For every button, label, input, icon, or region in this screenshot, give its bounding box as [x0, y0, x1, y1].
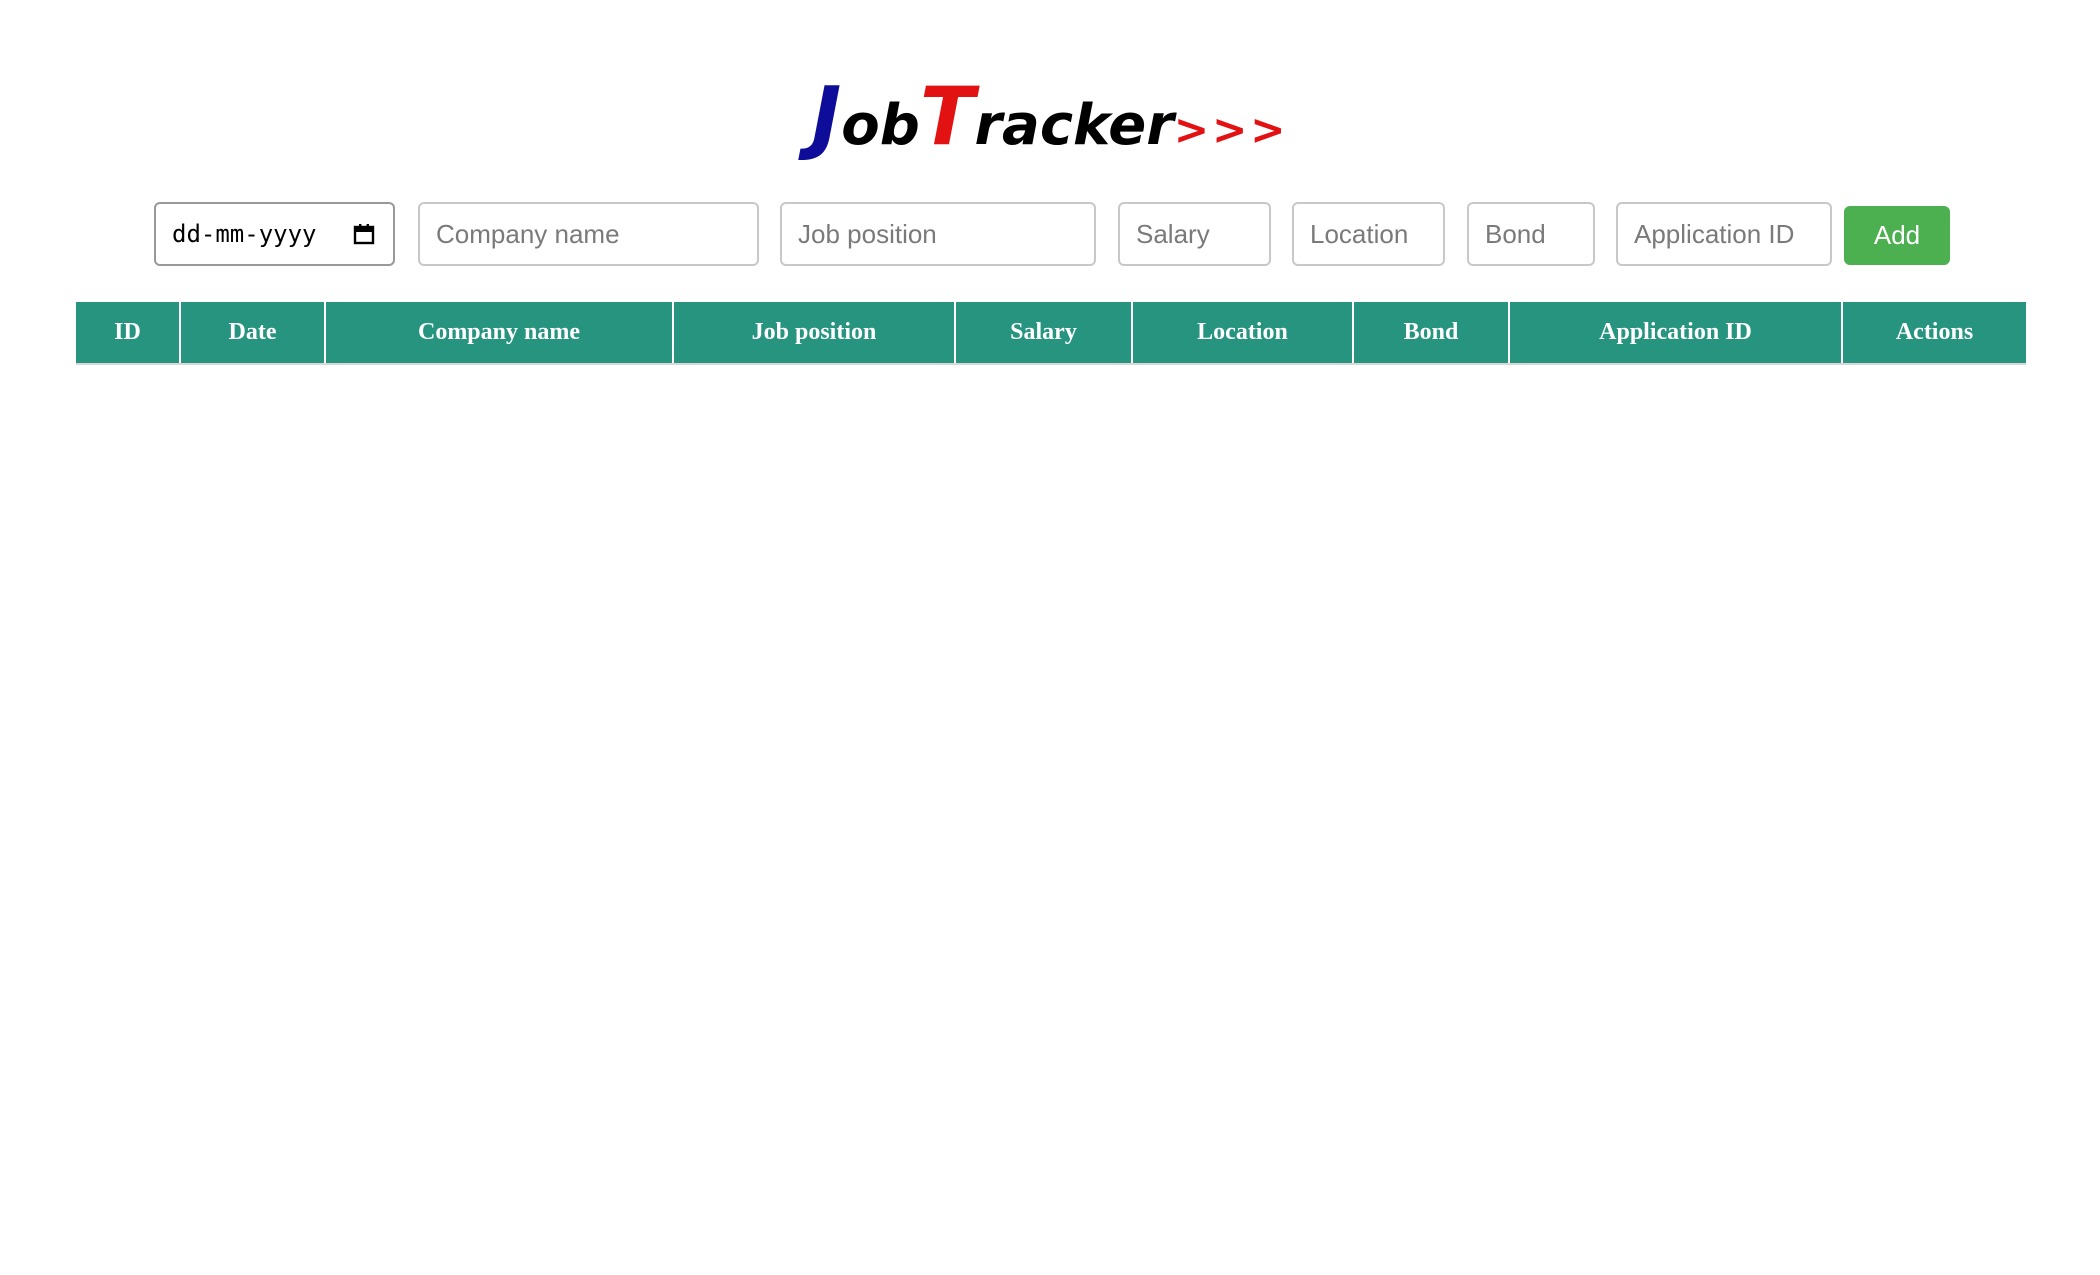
- logo-initial-t: T: [919, 70, 975, 163]
- logo-arrows: >>>: [1173, 105, 1289, 154]
- app-logo: JobTracker>>>: [0, 70, 2100, 163]
- job-position-input[interactable]: Job position: [780, 202, 1096, 266]
- location-input[interactable]: Location: [1292, 202, 1445, 266]
- logo-text-racker: racker: [974, 93, 1174, 158]
- column-header-salary: Salary: [955, 302, 1133, 365]
- column-header-application-id: Application ID: [1509, 302, 1843, 365]
- date-input[interactable]: dd-mm-yyyy: [154, 202, 395, 266]
- logo-initial-j: J: [811, 70, 842, 163]
- bond-input[interactable]: Bond: [1467, 202, 1595, 266]
- date-input-value: dd-mm-yyyy: [172, 220, 317, 248]
- logo-text-ob: ob: [841, 93, 920, 158]
- column-header-date: Date: [180, 302, 326, 365]
- table-header-row: ID Date Company name Job position Salary…: [76, 302, 2026, 365]
- column-header-location: Location: [1132, 302, 1354, 365]
- column-header-company-name: Company name: [325, 302, 674, 365]
- jobs-table: ID Date Company name Job position Salary…: [76, 302, 2026, 365]
- calendar-icon[interactable]: [353, 223, 375, 245]
- salary-input[interactable]: Salary: [1118, 202, 1271, 266]
- column-header-id: ID: [76, 302, 181, 365]
- column-header-actions: Actions: [1842, 302, 2026, 365]
- column-header-job-position: Job position: [673, 302, 956, 365]
- column-header-bond: Bond: [1353, 302, 1510, 365]
- add-button[interactable]: Add: [1844, 206, 1950, 265]
- application-id-input[interactable]: Application ID: [1616, 202, 1832, 266]
- company-name-input[interactable]: Company name: [418, 202, 759, 266]
